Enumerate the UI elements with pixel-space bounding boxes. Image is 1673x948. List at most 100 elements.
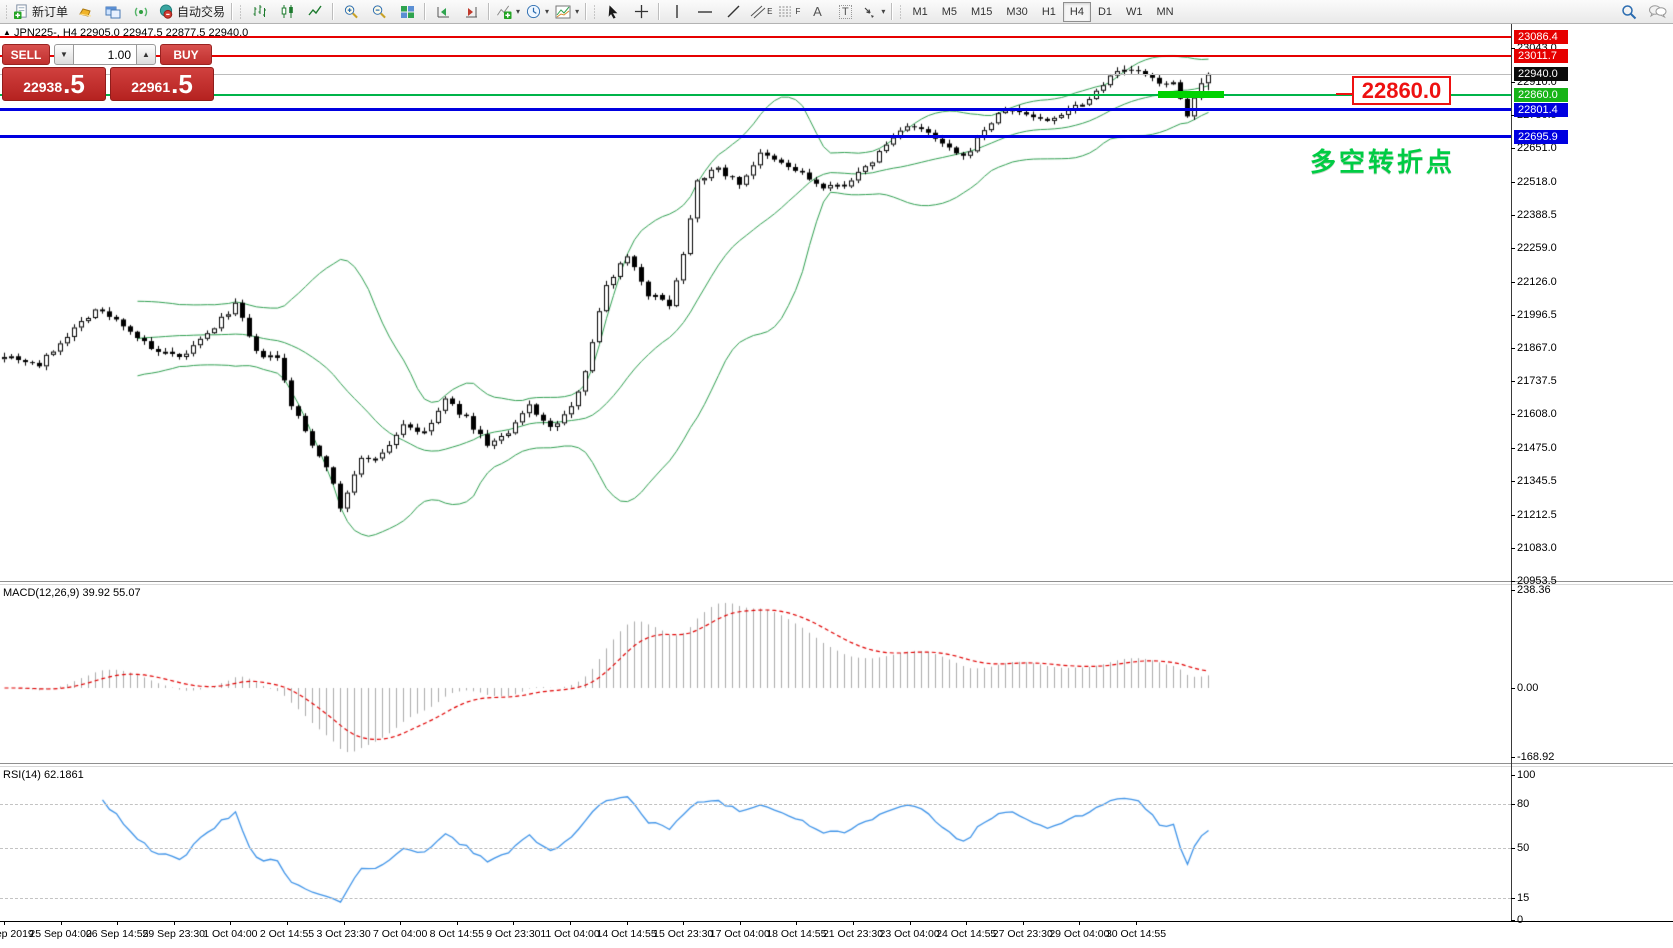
time-tick-mark (1079, 921, 1080, 925)
periods-button[interactable]: ▾ (523, 2, 552, 22)
rsi-level-line (0, 848, 1511, 849)
rsi-caption: RSI(14) 62.1861 (3, 769, 84, 781)
zoom-out-button[interactable] (365, 2, 393, 22)
price-level-line[interactable] (0, 108, 1511, 111)
time-axis-label: 26 Sep 14:55 (86, 928, 148, 940)
timeframe-button-w1[interactable]: W1 (1119, 2, 1150, 22)
price-level-label: 23086.4 (1514, 30, 1568, 44)
price-tick-label: 22126.0 (1517, 276, 1557, 288)
timeframe-bar: M1M5M15M30H1H4D1W1MN (905, 2, 1180, 22)
highlighted-support-segment[interactable] (1158, 91, 1224, 98)
sell-price: 22938 (23, 77, 62, 97)
time-axis-label: 29 Oct 04:00 (1049, 928, 1109, 940)
timeframe-button-d1[interactable]: D1 (1091, 2, 1119, 22)
trendline-button[interactable] (719, 2, 747, 22)
price-tick-mark (1511, 381, 1515, 382)
text-button[interactable]: A (803, 2, 831, 22)
price-annotation-tick (1336, 93, 1352, 95)
cursor-icon (606, 4, 620, 19)
sell-button[interactable]: SELL (2, 44, 50, 65)
time-axis-line (0, 921, 1673, 922)
time-tick-mark (513, 921, 514, 925)
equidistant-channel-button[interactable]: E (747, 2, 775, 22)
bar-chart-button[interactable] (245, 2, 273, 22)
time-tick-mark (4, 921, 5, 925)
turning-point-note[interactable]: 多空转折点 (1310, 142, 1455, 179)
text-label-button[interactable]: T (831, 2, 859, 22)
toolbar-separator (332, 3, 334, 20)
rsi-tick-label: 50 (1517, 842, 1529, 854)
toolbar-separator (658, 3, 660, 20)
search-button[interactable] (1615, 2, 1643, 22)
price-level-line[interactable] (0, 94, 1511, 96)
time-axis-label: 11 Oct 04:00 (540, 928, 599, 940)
timeframe-button-m15[interactable]: M15 (964, 2, 999, 22)
blue-window-icon-button[interactable] (99, 2, 127, 22)
horizontal-line-button[interactable] (691, 2, 719, 22)
timeframe-button-mn[interactable]: MN (1150, 2, 1181, 22)
time-axis-label: 7 Oct 04:00 (373, 928, 427, 940)
timeframe-button-h1[interactable]: H1 (1035, 2, 1063, 22)
one-click-trading-panel: SELL ▼ ▲ BUY 22938 .5 22961 .5 (2, 44, 214, 101)
time-tick-mark (117, 921, 118, 925)
new-order-icon (14, 4, 29, 19)
macd-tick-mark (1511, 688, 1515, 689)
line-chart-button[interactable] (301, 2, 329, 22)
auto-trading-button[interactable]: 自动交易 (155, 2, 228, 22)
rsi-tick-mark (1511, 898, 1515, 899)
price-tick-mark (1511, 182, 1515, 183)
price-level-label: 22940.0 (1514, 67, 1568, 81)
timeframe-button-m30[interactable]: M30 (999, 2, 1034, 22)
tile-windows-button[interactable] (393, 2, 421, 22)
timeframe-button-m5[interactable]: M5 (935, 2, 964, 22)
fibonacci-button[interactable]: F (775, 2, 803, 22)
arrows-button[interactable]: ▾ (859, 2, 888, 22)
auto-scroll-button[interactable] (429, 2, 457, 22)
signal-icon-button[interactable] (127, 2, 155, 22)
timeframe-button-h4[interactable]: H4 (1063, 2, 1091, 22)
price-level-line[interactable] (0, 74, 1511, 75)
time-tick-mark (1136, 921, 1137, 925)
volume-decrease-button[interactable]: ▼ (54, 44, 74, 65)
indicators-button[interactable]: ▾ (493, 2, 523, 22)
price-annotation-box[interactable]: 22860.0 (1352, 76, 1451, 105)
chart-shift-button[interactable] (457, 2, 485, 22)
dropdown-arrow-icon: ▾ (881, 7, 885, 16)
volume-input[interactable] (74, 44, 136, 65)
price-level-label: 22801.4 (1514, 103, 1568, 117)
time-tick-mark (457, 921, 458, 925)
buy-price-button[interactable]: 22961 .5 (110, 67, 214, 101)
templates-button[interactable]: ▾ (552, 2, 582, 22)
buy-button[interactable]: BUY (160, 44, 212, 65)
new-order-button[interactable]: 新订单 (11, 2, 71, 22)
gold-icon-button[interactable] (71, 2, 99, 22)
candlestick-chart-button[interactable] (273, 2, 301, 22)
price-level-line[interactable] (0, 55, 1511, 57)
line-chart-icon (308, 4, 323, 19)
volume-increase-button[interactable]: ▲ (136, 44, 156, 65)
templates-icon (555, 5, 571, 19)
price-level-line[interactable] (0, 135, 1511, 138)
rsi-tick-mark (1511, 848, 1515, 849)
toolbar: 新订单 自动交易 (0, 0, 1673, 24)
time-tick-mark (570, 921, 571, 925)
toolbar-grip (4, 4, 9, 20)
timeframe-button-m1[interactable]: M1 (905, 2, 934, 22)
pane-separator-macd[interactable] (0, 581, 1673, 585)
price-tick-label: 21867.0 (1517, 342, 1557, 354)
tile-windows-icon (400, 5, 415, 19)
time-tick-mark (174, 921, 175, 925)
indicators-icon (496, 4, 512, 19)
chat-button[interactable] (1643, 2, 1671, 22)
clock-icon (526, 4, 541, 19)
macd-tick-label: 0.00 (1517, 682, 1538, 694)
price-tick-mark (1511, 515, 1515, 516)
cursor-button[interactable] (599, 2, 627, 22)
sell-price-button[interactable]: 22938 .5 (2, 67, 106, 101)
symbol-title: JPN225-, H4 22905.0 22947.5 22877.5 2294… (14, 27, 248, 39)
zoom-in-button[interactable] (337, 2, 365, 22)
crosshair-button[interactable] (627, 2, 655, 22)
pane-separator-rsi[interactable] (0, 763, 1673, 767)
vertical-line-button[interactable] (663, 2, 691, 22)
time-tick-mark (287, 921, 288, 925)
